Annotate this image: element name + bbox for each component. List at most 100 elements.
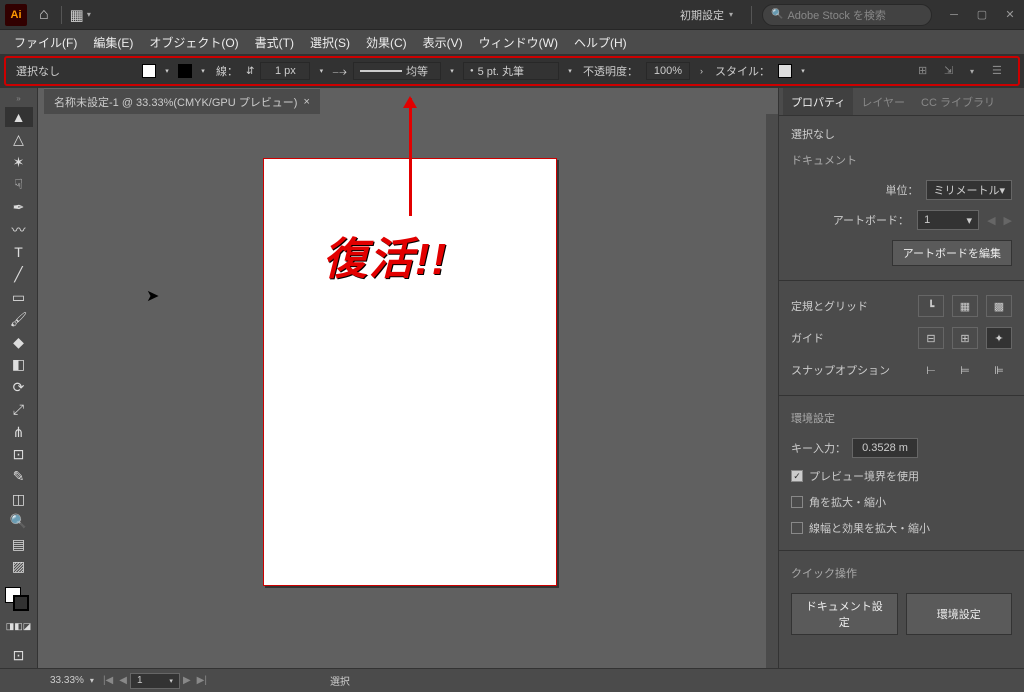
workspace-switcher[interactable]: 初期設定 ▾ <box>680 7 741 23</box>
paintbrush-tool[interactable]: 🖌 <box>5 309 33 329</box>
align-icon[interactable]: ⊞ <box>918 64 934 78</box>
free-transform-tool[interactable]: ⊡ <box>5 444 33 464</box>
unit-select[interactable]: ミリメートル▾ <box>926 180 1012 200</box>
stroke-profile-dropdown[interactable]: 均等 <box>353 62 441 80</box>
menu-effect[interactable]: 効果(C) <box>358 34 415 51</box>
scale-corners-checkbox[interactable] <box>791 496 803 508</box>
nav-prev-icon[interactable]: ◀ <box>119 675 127 686</box>
screen-mode-tool[interactable]: ⊡ <box>5 645 33 665</box>
fill-stroke-swap[interactable] <box>5 587 33 615</box>
nav-first-icon[interactable]: |◀ <box>103 675 113 686</box>
width-tool[interactable]: ⋔ <box>5 422 33 442</box>
runover-icon[interactable]: ⤍ <box>332 63 347 80</box>
scale-tool[interactable]: ⤢ <box>5 399 33 419</box>
minimize-button[interactable]: ─ <box>940 5 968 25</box>
menu-type[interactable]: 書式(T) <box>247 34 302 51</box>
chevron-down-icon[interactable]: ▾ <box>87 10 91 19</box>
document-setup-button[interactable]: ドキュメント設定 <box>791 593 898 635</box>
menu-object[interactable]: オブジェクト(O) <box>141 34 246 51</box>
stroke-width-input[interactable]: 1 px <box>260 62 310 80</box>
transform-icon[interactable]: ⇲ <box>944 64 960 78</box>
chevron-down-icon[interactable]: ▾ <box>447 64 457 78</box>
snap-grid-icon[interactable]: ⊨ <box>952 359 978 381</box>
rotate-tool[interactable]: ⟳ <box>5 377 33 397</box>
opacity-input[interactable]: 100% <box>646 62 690 80</box>
nav-last-icon[interactable]: ▶| <box>197 675 207 686</box>
chevron-down-icon[interactable]: ▾ <box>90 676 94 685</box>
home-icon[interactable]: ⌂ <box>39 6 49 24</box>
chevron-down-icon[interactable]: ▾ <box>798 64 808 78</box>
status-bar: 33.33% ▾ |◀ ◀ 1▾ ▶ ▶| 選択 <box>0 668 1024 692</box>
pen-tool[interactable]: ✒ <box>5 197 33 217</box>
smart-guide-icon[interactable]: ✦ <box>986 327 1012 349</box>
grid-icon[interactable]: ▦ <box>952 295 978 317</box>
snap-point-icon[interactable]: ⊢ <box>918 359 944 381</box>
preview-bounds-checkbox[interactable]: ✓ <box>791 470 803 482</box>
chevron-down-icon[interactable]: ▾ <box>198 64 208 78</box>
nav-next-icon[interactable]: ▶ <box>183 675 191 686</box>
edit-artboards-button[interactable]: アートボードを編集 <box>892 240 1012 266</box>
arrange-docs-icon[interactable]: ▦ <box>70 6 84 24</box>
artboard[interactable]: 復活!! <box>263 158 557 586</box>
close-button[interactable]: ✕ <box>996 5 1024 25</box>
menu-view[interactable]: 表示(V) <box>415 34 471 51</box>
shaper-tool[interactable]: ◆ <box>5 332 33 352</box>
ruler-icon[interactable]: ┗ <box>918 295 944 317</box>
maximize-button[interactable]: ▢ <box>968 5 996 25</box>
scale-strokes-checkbox[interactable] <box>791 522 803 534</box>
next-artboard-icon[interactable]: ▶ <box>1004 214 1012 227</box>
tab-cc-libraries[interactable]: CC ライブラリ <box>913 88 1003 115</box>
chevron-down-icon[interactable]: ▾ <box>565 64 575 78</box>
brush-dropdown[interactable]: ●5 pt. 丸筆 <box>463 62 559 80</box>
lasso-tool[interactable]: ☟ <box>5 174 33 194</box>
menu-help[interactable]: ヘルプ(H) <box>566 34 635 51</box>
stroke-swatch[interactable] <box>178 64 192 78</box>
artboard-tool[interactable]: ▤ <box>5 534 33 554</box>
app-logo: Ai <box>5 4 27 26</box>
artboard-select[interactable]: 1▾ <box>917 210 979 230</box>
fill-swatch[interactable] <box>142 64 156 78</box>
artboard-nav-select[interactable]: 1▾ <box>130 673 180 689</box>
eyedropper-tool[interactable]: ✎ <box>5 467 33 487</box>
slice-tool[interactable]: ▨ <box>5 557 33 577</box>
close-tab-icon[interactable]: × <box>303 96 309 108</box>
stroke-label: 線： <box>216 63 238 79</box>
transparency-grid-icon[interactable]: ▩ <box>986 295 1012 317</box>
chevron-right-icon[interactable]: › <box>696 66 707 76</box>
document-tab[interactable]: 名称未設定-1 @ 33.33%(CMYK/GPU プレビュー) × <box>44 88 320 114</box>
canvas-area[interactable]: 名称未設定-1 @ 33.33%(CMYK/GPU プレビュー) × 復活!! … <box>38 88 778 688</box>
more-icon[interactable]: ☰ <box>992 64 1008 78</box>
rectangle-tool[interactable]: ▭ <box>5 287 33 307</box>
line-tool[interactable]: ╱ <box>5 264 33 284</box>
style-swatch[interactable] <box>778 64 792 78</box>
tab-layers[interactable]: レイヤー <box>853 88 913 115</box>
prev-artboard-icon[interactable]: ◀ <box>987 214 995 227</box>
magic-wand-tool[interactable]: ✶ <box>5 152 33 172</box>
direct-selection-tool[interactable]: △ <box>5 129 33 149</box>
chevron-down-icon[interactable]: ▾ <box>162 64 172 78</box>
guide-visibility-icon[interactable]: ⊟ <box>918 327 944 349</box>
snap-pixel-icon[interactable]: ⊫ <box>986 359 1012 381</box>
guide-lock-icon[interactable]: ⊞ <box>952 327 978 349</box>
tab-properties[interactable]: プロパティ <box>783 88 853 115</box>
color-mode-icons[interactable]: ◨◧◪ <box>5 617 33 637</box>
menu-window[interactable]: ウィンドウ(W) <box>471 34 566 51</box>
menu-edit[interactable]: 編集(E) <box>85 34 141 51</box>
search-input[interactable]: 🔍 Adobe Stock を検索 <box>762 4 932 26</box>
curvature-tool[interactable]: 〰 <box>5 219 33 239</box>
link-icon[interactable]: ⇵ <box>246 66 254 77</box>
key-input-field[interactable]: 0.3528 m <box>852 438 918 458</box>
preferences-button[interactable]: 環境設定 <box>906 593 1013 635</box>
chevron-down-icon[interactable]: ▾ <box>316 64 326 78</box>
menu-select[interactable]: 選択(S) <box>302 34 358 51</box>
type-tool[interactable]: T <box>5 242 33 262</box>
zoom-level[interactable]: 33.33% <box>50 675 84 686</box>
gradient-tool[interactable]: ◫ <box>5 489 33 509</box>
selection-tool[interactable]: ▲ <box>5 107 33 127</box>
zoom-tool[interactable]: 🔍 <box>5 512 33 532</box>
eraser-tool[interactable]: ◧ <box>5 354 33 374</box>
menu-file[interactable]: ファイル(F) <box>6 34 85 51</box>
scrollbar-vertical[interactable] <box>766 114 778 674</box>
document-section-title: ドキュメント <box>791 152 1012 168</box>
chevron-down-icon[interactable]: ▾ <box>970 67 974 76</box>
